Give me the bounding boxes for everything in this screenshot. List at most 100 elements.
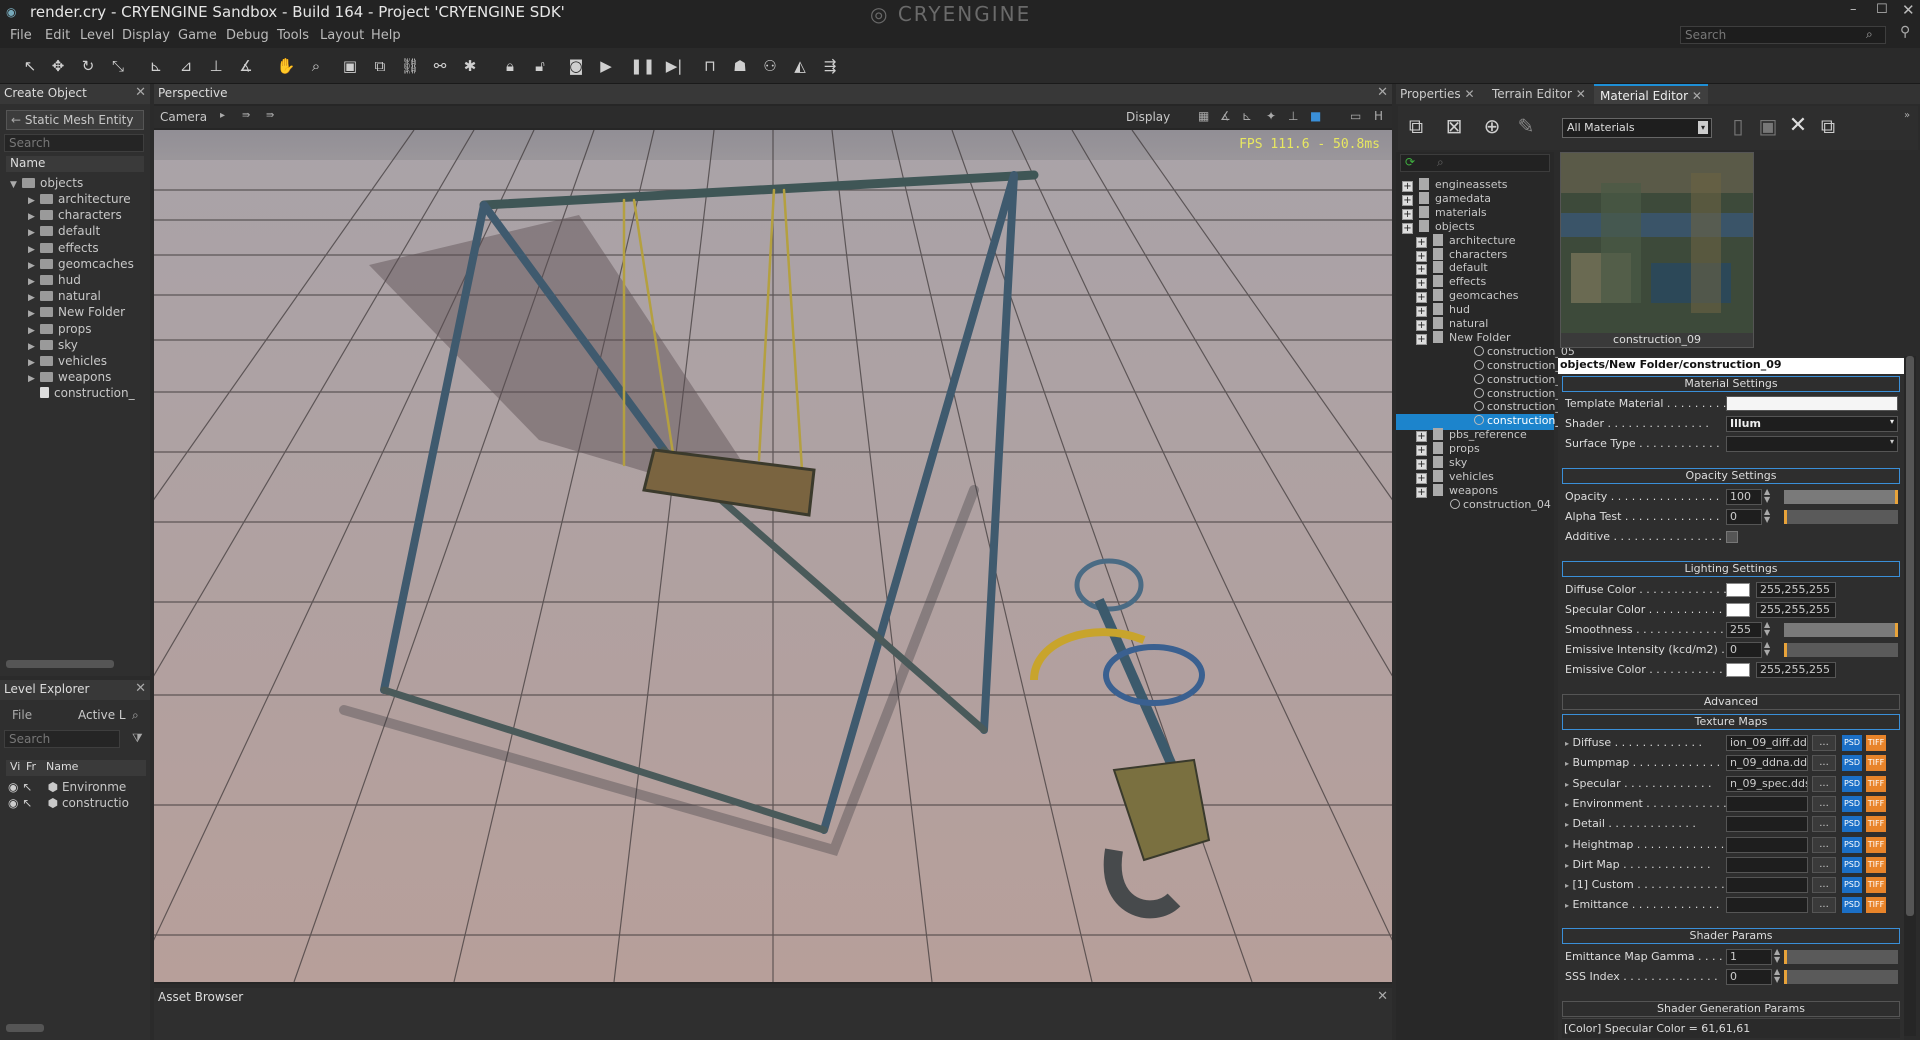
unlink-icon[interactable]: ⚯: [430, 56, 450, 76]
browse-texture-button[interactable]: ...: [1812, 795, 1836, 812]
chevron-right-icon[interactable]: ▶: [28, 228, 40, 238]
psd-button[interactable]: PSD: [1842, 836, 1862, 853]
copy-icon[interactable]: ⧉: [1818, 116, 1838, 136]
level-file-menu[interactable]: File: [12, 708, 32, 722]
vertex-snap-icon[interactable]: ✦: [1266, 109, 1276, 123]
texture-file-input[interactable]: [1726, 795, 1808, 812]
texture-file-input[interactable]: n_09_spec.dds: [1726, 775, 1808, 792]
sss-index-stepper[interactable]: ▲ ▼: [1774, 968, 1780, 984]
align-icon[interactable]: ✱: [460, 56, 480, 76]
snap-angle-icon[interactable]: ∡: [236, 56, 256, 76]
psd-button[interactable]: PSD: [1842, 775, 1862, 792]
eye-icon[interactable]: ◉: [8, 780, 18, 794]
chevron-right-icon[interactable]: ▶: [28, 212, 40, 222]
expand-icon[interactable]: +: [1402, 181, 1413, 192]
expand-icon[interactable]: +: [1416, 236, 1427, 248]
remove-material-icon[interactable]: ⊠: [1444, 116, 1464, 136]
specular-color-input[interactable]: 255,255,255: [1756, 602, 1836, 618]
back-arrow-icon[interactable]: ←: [11, 113, 21, 127]
menu-help[interactable]: Help: [371, 28, 401, 43]
nav-forward-icon[interactable]: ⇛: [242, 110, 250, 121]
additive-checkbox[interactable]: [1726, 531, 1738, 543]
link-icon[interactable]: ⛓: [400, 56, 420, 76]
material-item[interactable]: construction_04: [1416, 498, 1551, 514]
expand-icon[interactable]: +: [1402, 222, 1413, 234]
search-icon[interactable]: ⌕: [132, 708, 139, 723]
psd-button[interactable]: PSD: [1842, 877, 1862, 894]
active-layer-label[interactable]: Active L: [78, 708, 126, 722]
unlock-icon[interactable]: 🔓︎: [530, 56, 550, 76]
add-material-icon[interactable]: ⧉: [1406, 116, 1426, 136]
tree-item[interactable]: ▶ props: [28, 322, 92, 338]
emissive-intensity-slider[interactable]: [1784, 643, 1898, 657]
close-icon[interactable]: ✕: [135, 85, 146, 100]
browse-texture-button[interactable]: ...: [1812, 856, 1836, 873]
tiff-button[interactable]: TIFF: [1866, 755, 1886, 772]
axis-constraint-icon[interactable]: ⊾: [146, 56, 166, 76]
cursor-icon[interactable]: ↖: [22, 780, 32, 794]
close-icon[interactable]: ✕: [1377, 85, 1388, 100]
tiff-button[interactable]: TIFF: [1866, 775, 1886, 792]
material-filter-select[interactable]: All Materials ▾: [1562, 118, 1712, 138]
perspective-tab[interactable]: Perspective ✕: [154, 84, 1392, 104]
emissive-intensity-stepper[interactable]: ▲ ▼: [1764, 641, 1770, 657]
ai-icon[interactable]: ☗: [730, 56, 750, 76]
expand-icon[interactable]: +: [1402, 208, 1413, 220]
expand-arrow-icon[interactable]: ▸: [1565, 841, 1569, 850]
tab-material-editor[interactable]: Material Editor ✕: [1594, 84, 1708, 104]
texture-file-input[interactable]: ion_09_diff.dds: [1726, 735, 1808, 751]
smoothness-slider[interactable]: [1784, 623, 1898, 637]
material-preview[interactable]: construction_09: [1560, 152, 1754, 348]
texture-file-input[interactable]: [1726, 816, 1808, 833]
browse-texture-button[interactable]: ...: [1812, 816, 1836, 833]
select-object-icon[interactable]: ✋: [276, 56, 296, 76]
layer-row[interactable]: ◉ ↖ ⬢ Environme: [8, 780, 126, 796]
expand-icon[interactable]: +: [1416, 264, 1427, 276]
group-icon[interactable]: ▣: [340, 56, 360, 76]
new-file-icon[interactable]: ▯: [1728, 116, 1748, 136]
menu-file[interactable]: File: [10, 28, 32, 43]
tiff-button[interactable]: TIFF: [1866, 877, 1886, 894]
browse-texture-button[interactable]: ...: [1812, 775, 1836, 792]
tree-item[interactable]: ▶ natural: [28, 289, 101, 305]
layer-row[interactable]: ◉ ↖ ⬢ constructio: [8, 796, 129, 812]
object-snap-icon[interactable]: ■: [1310, 109, 1321, 123]
texture-file-input[interactable]: [1726, 897, 1808, 914]
expand-icon[interactable]: +: [1402, 194, 1413, 206]
expand-icon[interactable]: +: [1416, 278, 1427, 290]
texture-file-input[interactable]: n_09_ddna.dds: [1726, 755, 1808, 772]
chevron-right-icon[interactable]: ▶: [28, 309, 40, 319]
export-icon[interactable]: ⇶: [820, 56, 840, 76]
tree-item[interactable]: ▶ geomcaches: [28, 257, 134, 273]
col-freeze[interactable]: Fr: [26, 760, 36, 773]
sss-index-slider[interactable]: [1784, 970, 1898, 984]
alpha-test-input[interactable]: 0: [1726, 509, 1762, 525]
template-material-field[interactable]: [1726, 396, 1898, 411]
move-tool-icon[interactable]: ✥: [48, 56, 68, 76]
chevron-right-icon[interactable]: ▶: [28, 261, 40, 271]
global-search-input[interactable]: Search: [1680, 26, 1886, 44]
overflow-icon[interactable]: »: [1904, 110, 1910, 121]
expand-arrow-icon[interactable]: ▸: [1565, 739, 1569, 748]
browse-texture-button[interactable]: ...: [1812, 877, 1836, 894]
opacity-slider[interactable]: [1784, 490, 1898, 504]
lock-icon[interactable]: 🔒︎: [500, 56, 520, 76]
column-header-name[interactable]: Name: [6, 156, 144, 172]
psd-button[interactable]: PSD: [1842, 755, 1862, 772]
pick-material-icon[interactable]: ✎: [1516, 116, 1536, 136]
shader-select[interactable]: Illum ▾: [1726, 416, 1898, 432]
smoothness-input[interactable]: 255: [1726, 622, 1762, 638]
cursor-icon[interactable]: ↖: [22, 796, 32, 810]
ungroup-icon[interactable]: ⧉: [370, 56, 390, 76]
maximize-viewport-icon[interactable]: ▭: [1350, 109, 1361, 123]
menu-display[interactable]: Display: [122, 28, 170, 43]
terrain-snap-icon[interactable]: ⊥: [1288, 109, 1298, 123]
axis-terrain-icon[interactable]: ⊥: [206, 56, 226, 76]
grid-icon[interactable]: ▦: [1198, 109, 1209, 123]
browse-texture-button[interactable]: ...: [1812, 836, 1836, 853]
terrain-icon[interactable]: ◭: [790, 56, 810, 76]
texture-file-input[interactable]: [1726, 856, 1808, 873]
tiff-button[interactable]: TIFF: [1866, 735, 1886, 751]
diffuse-color-swatch[interactable]: [1726, 583, 1750, 597]
expand-icon[interactable]: +: [1416, 459, 1427, 470]
